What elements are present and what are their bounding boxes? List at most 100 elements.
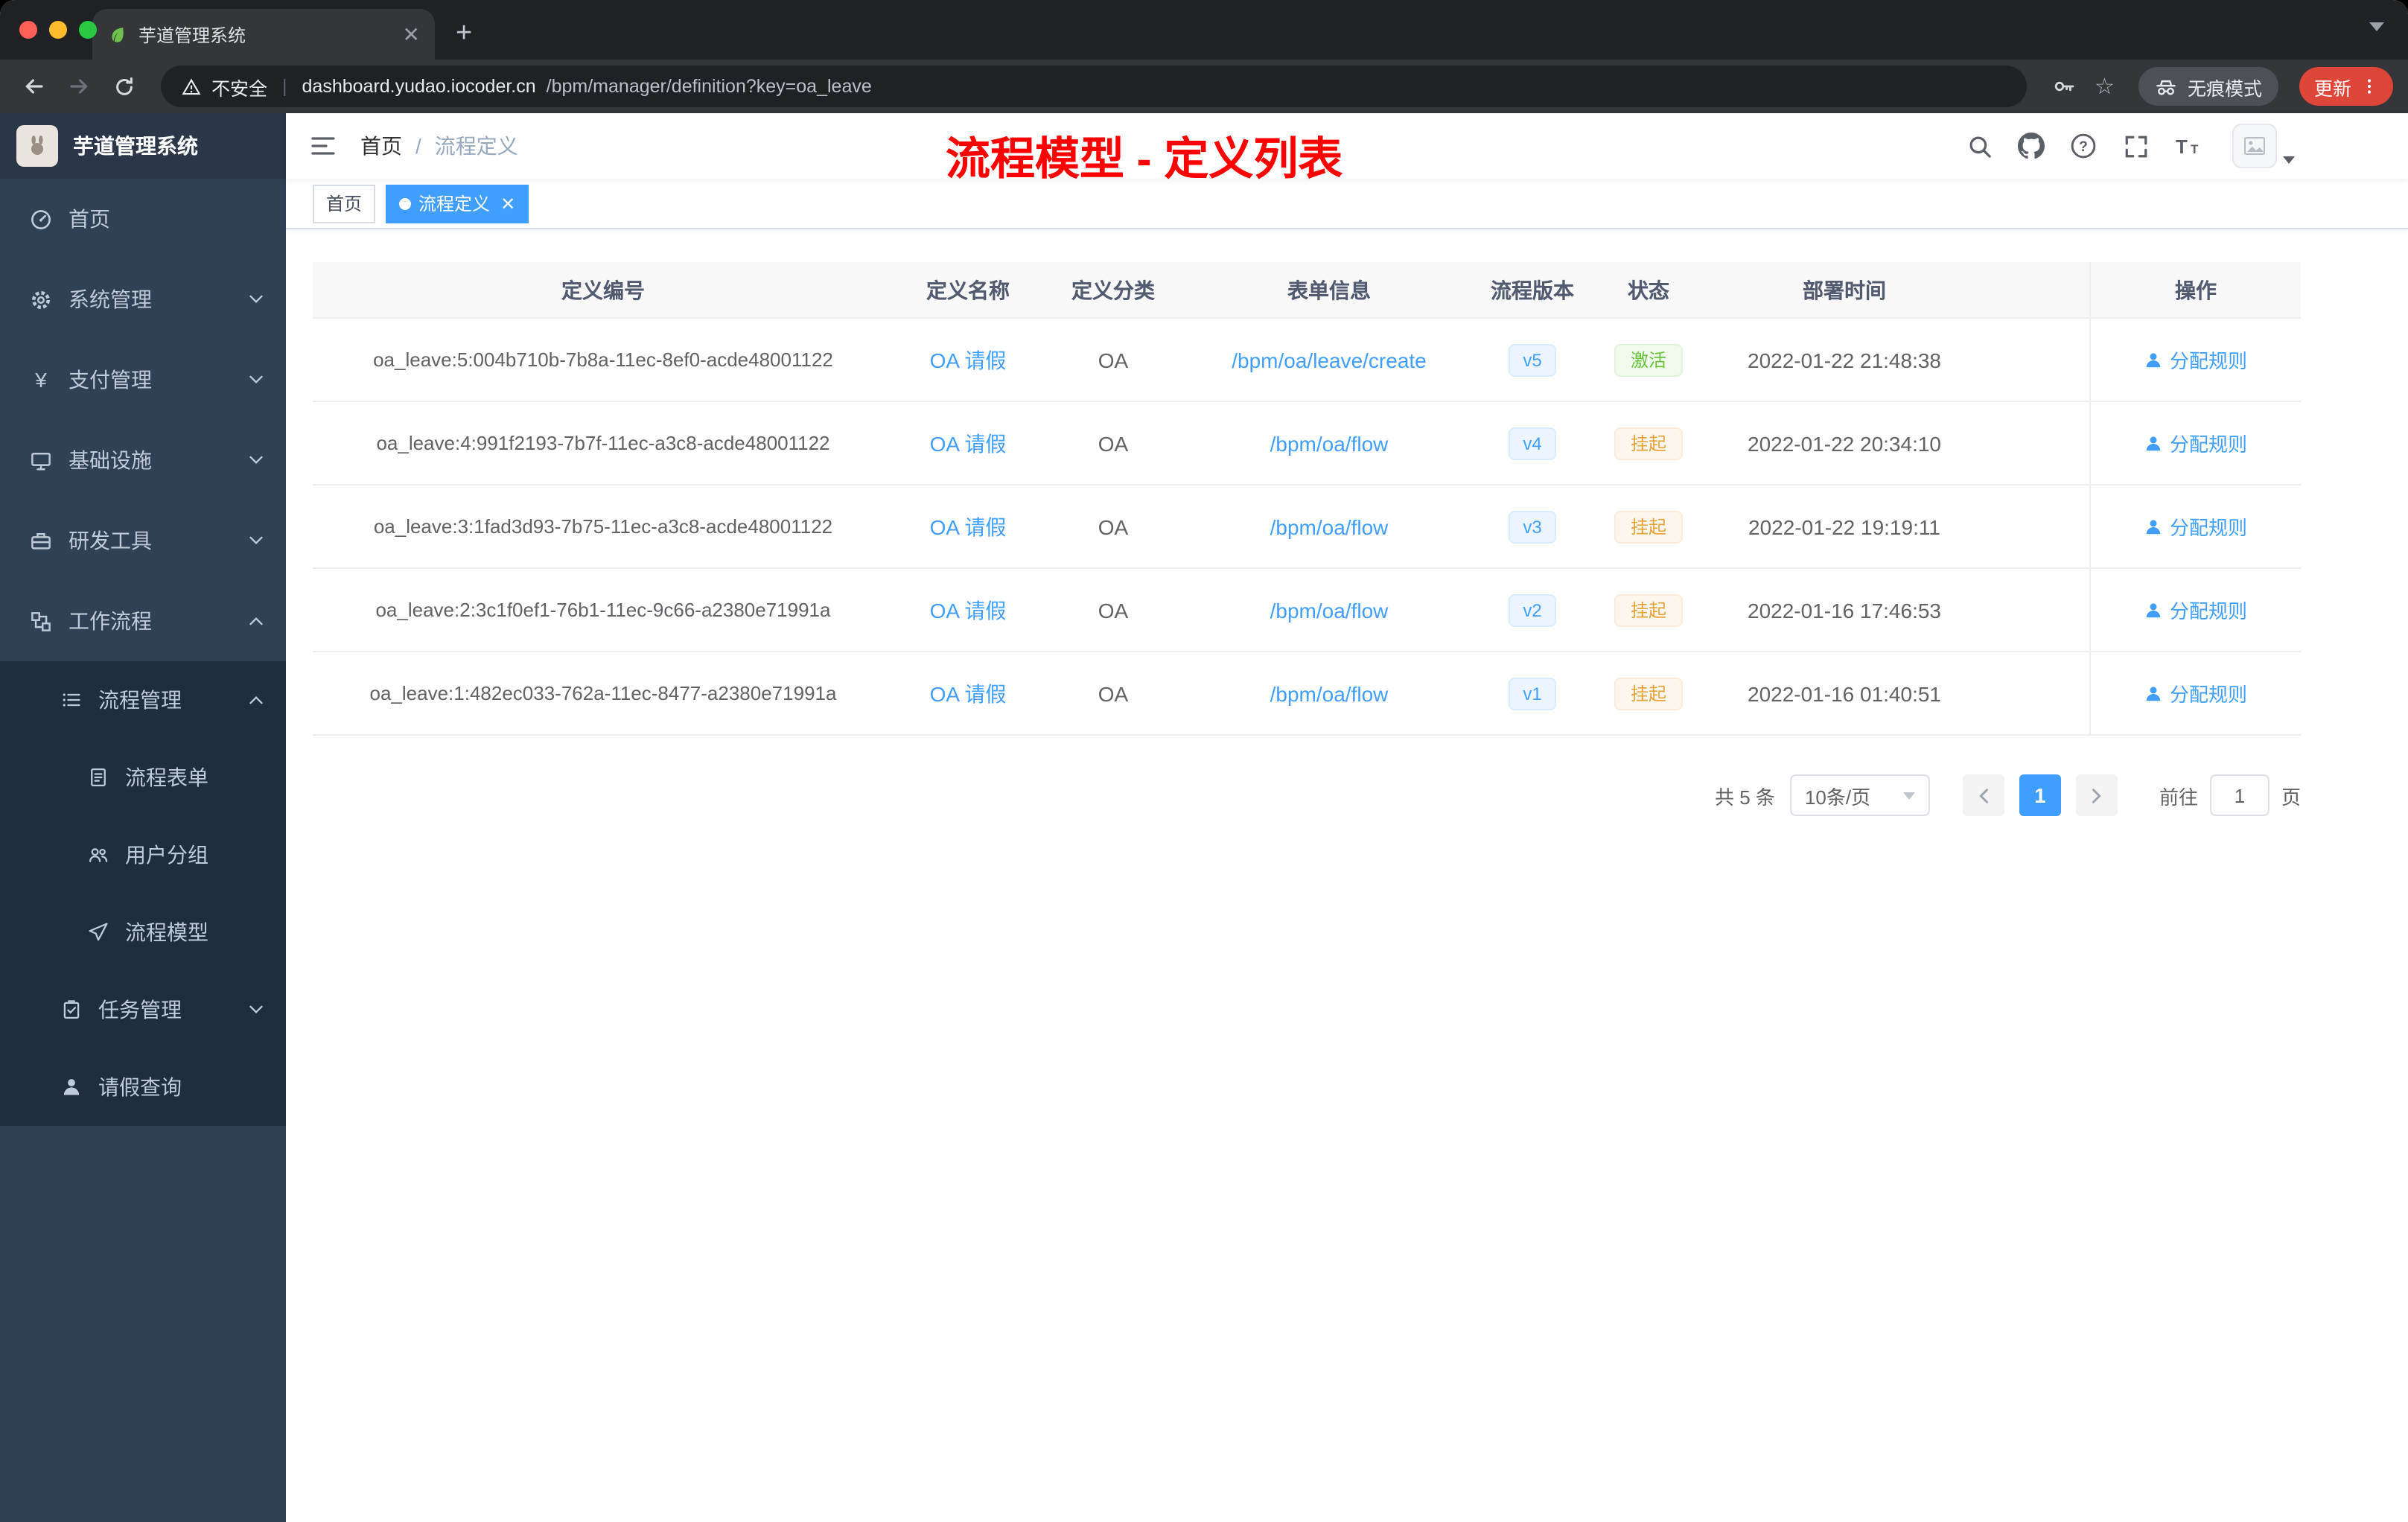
fullscreen-icon[interactable] — [2122, 133, 2149, 159]
sidebar-item-task-management[interactable]: 任务管理 — [0, 971, 286, 1048]
user-avatar — [2232, 124, 2277, 168]
breadcrumb-separator: / — [415, 134, 421, 158]
tab-search-icon[interactable] — [2369, 22, 2384, 31]
search-icon[interactable] — [1966, 133, 1993, 159]
clipboard-icon — [60, 999, 82, 1021]
back-icon[interactable] — [15, 67, 54, 106]
form-link[interactable]: /bpm/oa/flow — [1270, 598, 1389, 622]
browser-menu-dots-icon[interactable] — [2360, 77, 2378, 95]
table-row: oa_leave:1:482ec033-762a-11ec-8477-a2380… — [313, 652, 2301, 736]
svg-text:T: T — [2176, 136, 2188, 158]
col-header-actions: 操作 — [2089, 262, 2301, 317]
sidebar-item-leave-query[interactable]: 请假查询 — [0, 1048, 286, 1126]
col-spacer — [1982, 262, 2089, 317]
top-navbar: 首页 / 流程定义 流程模型 - 定义列表 ? T T — [286, 113, 2408, 185]
hamburger-icon[interactable] — [286, 134, 360, 158]
tag-process-definition[interactable]: 流程定义 ✕ — [386, 184, 529, 223]
new-tab-button[interactable]: + — [456, 19, 472, 48]
github-icon[interactable] — [2018, 133, 2045, 159]
font-size-icon[interactable]: TT — [2174, 133, 2201, 159]
minimize-window-button[interactable] — [49, 21, 67, 39]
version-badge: v3 — [1508, 510, 1557, 543]
assign-rule-label: 分配规则 — [2169, 684, 2247, 706]
definition-name-link[interactable]: OA 请假 — [930, 345, 1007, 375]
sidebar-item-user-group[interactable]: 用户分组 — [0, 816, 286, 894]
tag-home[interactable]: 首页 — [313, 184, 376, 223]
sidebar-item-payment[interactable]: ¥ 支付管理 — [0, 340, 286, 420]
chevron-up-icon — [249, 615, 264, 627]
form-link[interactable]: /bpm/oa/flow — [1270, 431, 1389, 455]
chevron-up-icon — [249, 694, 264, 706]
assign-rule-link[interactable]: 分配规则 — [2144, 679, 2247, 707]
dashboard-icon — [30, 208, 52, 230]
status-badge: 挂起 — [1614, 677, 1683, 710]
form-link[interactable]: /bpm/oa/flow — [1270, 515, 1389, 538]
browser-tab[interactable]: 芋道管理系统 ✕ — [92, 9, 435, 60]
tab-close-icon[interactable]: ✕ — [403, 24, 420, 45]
definition-name-link[interactable]: OA 请假 — [930, 512, 1007, 541]
table-row: oa_leave:5:004b710b-7b8a-11ec-8ef0-acde4… — [313, 319, 2301, 402]
sidebar-item-home[interactable]: 首页 — [0, 179, 286, 259]
bookmark-star-icon[interactable]: ☆ — [2095, 73, 2115, 100]
maximize-window-button[interactable] — [79, 21, 97, 39]
definition-category: OA — [1098, 348, 1129, 372]
incognito-icon — [2155, 75, 2177, 98]
active-dot — [399, 197, 412, 209]
help-icon[interactable]: ? — [2070, 133, 2097, 159]
form-link[interactable]: /bpm/oa/leave/create — [1232, 348, 1427, 372]
goto-page-input[interactable] — [2209, 774, 2270, 816]
sidebar-item-process-form[interactable]: 流程表单 — [0, 739, 286, 816]
assign-rule-link[interactable]: 分配规则 — [2144, 596, 2247, 624]
definition-name-link[interactable]: OA 请假 — [930, 595, 1007, 625]
breadcrumb-home[interactable]: 首页 — [360, 131, 402, 161]
definition-name-link[interactable]: OA 请假 — [930, 428, 1007, 458]
col-spacer — [1982, 652, 2089, 734]
col-spacer — [1982, 319, 2089, 401]
page-size-value: 10条/页 — [1804, 786, 1871, 808]
refresh-icon[interactable] — [104, 67, 143, 106]
definition-category: OA — [1098, 515, 1129, 538]
status-badge: 挂起 — [1614, 427, 1683, 459]
tag-close-icon[interactable]: ✕ — [500, 194, 515, 212]
tab-title: 芋道管理系统 — [138, 25, 246, 45]
next-page-button[interactable] — [2075, 774, 2118, 816]
warning-triangle-icon — [182, 77, 201, 96]
sidebar-item-system[interactable]: 系统管理 — [0, 259, 286, 340]
forward-icon[interactable] — [60, 67, 98, 106]
address-bar[interactable]: 不安全 | dashboard.yudao.iocoder.cn/bpm/man… — [161, 66, 2027, 107]
security-label: 不安全 — [211, 78, 268, 99]
incognito-label: 无痕模式 — [2187, 78, 2262, 99]
window-controls — [19, 21, 97, 39]
sidebar-item-label: 请假查询 — [98, 1075, 182, 1099]
chevron-down-icon — [249, 454, 264, 466]
assign-rule-label: 分配规则 — [2169, 517, 2247, 539]
definition-name-link[interactable]: OA 请假 — [930, 678, 1007, 708]
goto-prefix: 前往 — [2159, 786, 2198, 808]
close-window-button[interactable] — [19, 21, 37, 39]
page-number-button[interactable]: 1 — [2019, 774, 2061, 816]
sidebar-logo[interactable]: 芋道管理系统 — [0, 113, 286, 179]
assign-rule-link[interactable]: 分配规则 — [2144, 346, 2247, 374]
user-menu[interactable] — [2232, 124, 2295, 168]
status-badge: 挂起 — [1614, 593, 1683, 626]
svg-text:T: T — [2191, 142, 2199, 156]
sidebar-item-workflow[interactable]: 工作流程 — [0, 581, 286, 661]
key-icon[interactable] — [2044, 67, 2083, 106]
chevron-down-icon — [249, 535, 264, 547]
col-spacer — [1982, 569, 2089, 651]
prev-page-button[interactable] — [1962, 774, 2004, 816]
chrome-update-button[interactable]: 更新 — [2299, 67, 2393, 106]
sidebar-item-label: 系统管理 — [69, 287, 152, 311]
page-size-select[interactable]: 10条/页 — [1789, 774, 1930, 816]
definition-category: OA — [1098, 681, 1129, 705]
form-link[interactable]: /bpm/oa/flow — [1270, 681, 1389, 705]
deploy-time: 2022-01-16 17:46:53 — [1748, 598, 1941, 622]
assign-rule-link[interactable]: 分配规则 — [2144, 429, 2247, 457]
assign-rule-link[interactable]: 分配规则 — [2144, 512, 2247, 541]
sidebar-item-process-management[interactable]: 流程管理 — [0, 661, 286, 739]
sidebar-item-process-model[interactable]: 流程模型 — [0, 894, 286, 971]
app-root: 芋道管理系统 首页 系统管理 ¥ 支付管理 基础设施 研发工具 工作流程 流程管… — [0, 113, 2408, 1522]
sidebar-item-dev-tools[interactable]: 研发工具 — [0, 500, 286, 581]
sidebar-item-infrastructure[interactable]: 基础设施 — [0, 420, 286, 500]
sidebar-item-label: 研发工具 — [69, 529, 152, 553]
